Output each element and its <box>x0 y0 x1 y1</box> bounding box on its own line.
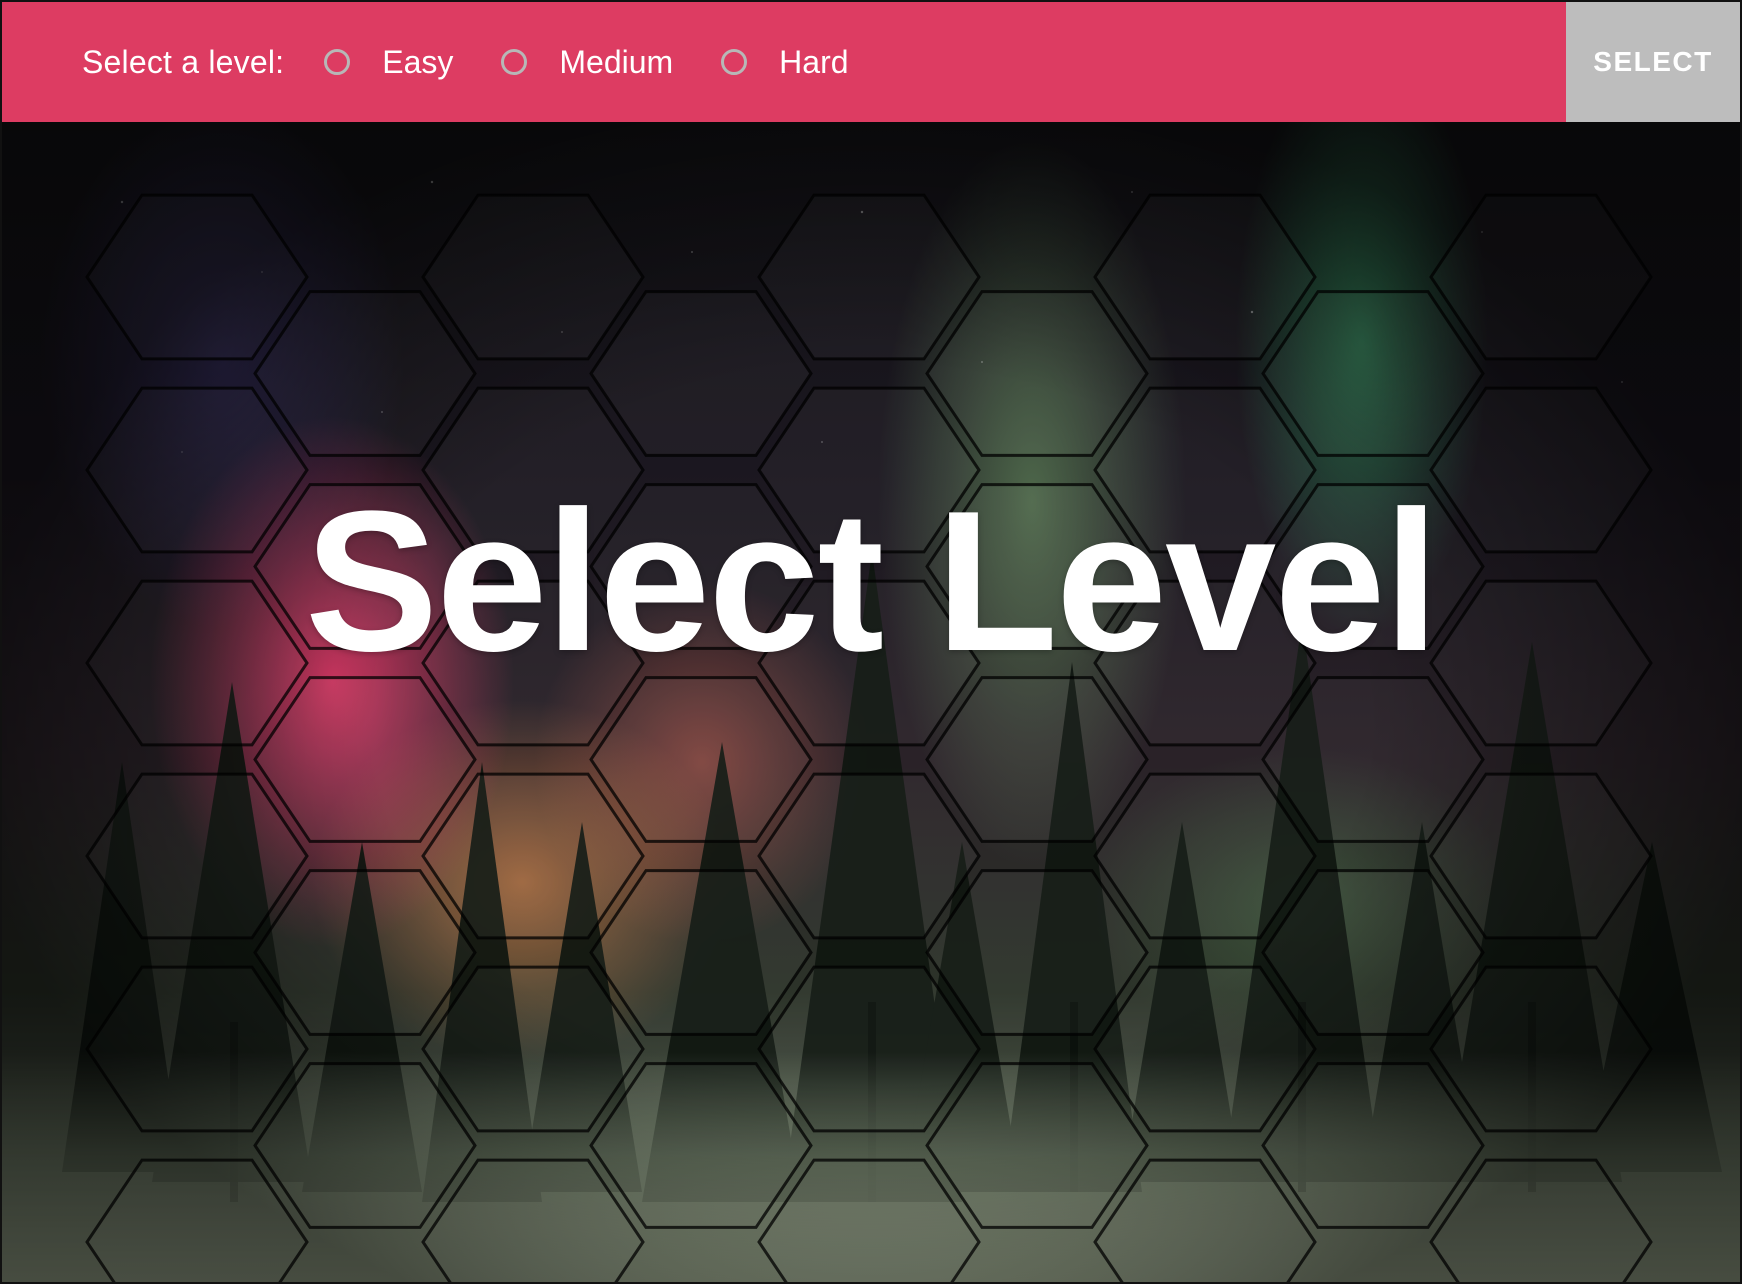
hard-radio-button[interactable] <box>721 49 748 75</box>
select-button[interactable]: SELECT <box>1566 2 1740 122</box>
level-option-easy[interactable]: Easy <box>324 44 453 81</box>
hard-label: Hard <box>779 43 849 80</box>
level-option-medium[interactable]: Medium <box>501 44 673 81</box>
level-option-hard[interactable]: Hard <box>721 43 849 81</box>
medium-label: Medium <box>559 43 674 80</box>
aurora-forest-background <box>2 122 1740 1282</box>
easy-radio-button[interactable] <box>324 49 351 75</box>
game-window: Select a level: Easy Medium Hard SELECT <box>0 0 1742 1284</box>
medium-radio-button[interactable] <box>501 49 528 75</box>
vignette-overlay <box>2 122 1740 1282</box>
easy-label: Easy <box>382 43 454 80</box>
level-prompt-label: Select a level: <box>82 43 285 80</box>
level-selection-bar: Select a level: Easy Medium Hard SELECT <box>2 2 1740 122</box>
